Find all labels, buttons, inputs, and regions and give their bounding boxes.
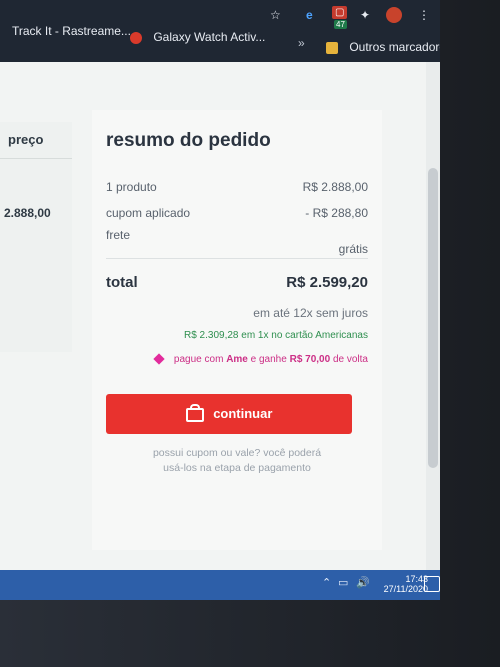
volume-icon[interactable]: 🔊 [356,576,370,589]
ame-amount: R$ 70,00 [289,354,331,365]
taskbar-date: 27/11/2020 [383,584,428,594]
diamond-icon [153,353,165,366]
left-divider [0,158,72,159]
galaxy-watch-icon [130,31,142,44]
chevron-up-icon[interactable]: ⌃ [322,576,331,589]
extension-e-icon[interactable]: e [306,8,313,22]
puzzle-icon[interactable]: ✦ [360,8,370,22]
page-scrollbar[interactable] [426,62,440,570]
ame-brand: Ame [226,354,248,365]
coupon-note: possui cupom ou vale? você poderá usá-lo… [132,446,342,476]
basket-icon [185,403,204,422]
taskbar-time: 17:43 [405,574,428,584]
ame-cashback-text: pague com Ame e ganhe R$ 70,00 de volta [153,353,368,366]
star-icon[interactable]: ☆ [270,8,281,22]
price-column-header: preço [8,132,44,147]
bookmarks-overflow-chevron[interactable]: » [298,36,305,50]
total-value: R$ 2.599,20 [286,274,368,291]
summary-row-products-label: 1 produto [106,180,157,194]
tray-icons: ⌃ ▭ 🔊 [322,576,378,594]
continue-button[interactable]: continuar [106,394,352,434]
bookmark-track-it[interactable]: Track It - Rastreame... [12,24,131,38]
network-icon[interactable]: ▭ [338,576,348,589]
ame-mid: e ganhe [247,354,290,365]
ame-suffix: de volta [330,354,368,365]
summary-title: resumo do pedido [106,130,271,151]
summary-row-products-value: R$ 2.888,00 [302,180,368,194]
profile-avatar[interactable] [386,7,402,23]
summary-total: total R$ 2.599,20 [106,274,368,292]
screen: Track It - Rastreame... Galaxy Watch Act… [0,0,440,600]
bookmark-galaxy-watch[interactable]: Galaxy Watch Activ... [130,30,265,44]
bookmark-other-bookmarks[interactable]: Outros marcadores [326,40,440,54]
taskbar: ⌃ ▭ 🔊 17:43 27/11/2020 [0,570,440,600]
coupon-note-line-1: possui cupom ou vale? você poderá [152,447,322,459]
notification-center-icon[interactable] [424,576,440,592]
installments-text: em até 12x sem juros [253,306,368,320]
summary-separator [106,258,368,259]
cart-left-column [0,122,72,352]
summary-row-products: 1 produto R$ 2.888,00 [106,180,368,194]
summary-row-coupon-label: cupom aplicado [106,206,191,220]
scrollbar-thumb[interactable] [428,168,438,468]
coupon-note-line-2: usá-los na etapa de pagamento [163,462,311,474]
bookmark-other-bookmarks-label: Outros marcadores [349,40,440,54]
total-label: total [106,274,138,291]
extension-badge-count: 47 [334,20,347,29]
page-content: preço 2.888,00 resumo do pedido 1 produt… [0,62,440,570]
extension-red-icon[interactable]: ▢ [332,6,348,19]
summary-row-shipping-value: grátis [338,242,368,256]
bookmarks-bar: Track It - Rastreame... Galaxy Watch Act… [0,0,440,62]
card-offer-text: R$ 2.309,28 em 1x no cartão Americanas [184,330,368,341]
item-price: 2.888,00 [4,206,51,220]
continue-button-label: continuar [213,406,273,421]
folder-icon [326,41,338,54]
kebab-menu-icon[interactable]: ⋮ [418,8,430,22]
summary-row-shipping: frete grátis [106,228,368,256]
summary-row-shipping-label: frete [106,228,131,242]
bookmark-galaxy-watch-label: Galaxy Watch Activ... [153,30,266,44]
summary-row-coupon: cupom aplicado - R$ 288,80 [106,206,368,220]
taskbar-clock[interactable]: 17:43 27/11/2020 [384,574,428,594]
order-summary-panel: resumo do pedido 1 produto R$ 2.888,00 c… [92,110,382,550]
ame-prefix: pague com [173,354,227,365]
summary-row-coupon-value: - R$ 288,80 [305,206,368,220]
